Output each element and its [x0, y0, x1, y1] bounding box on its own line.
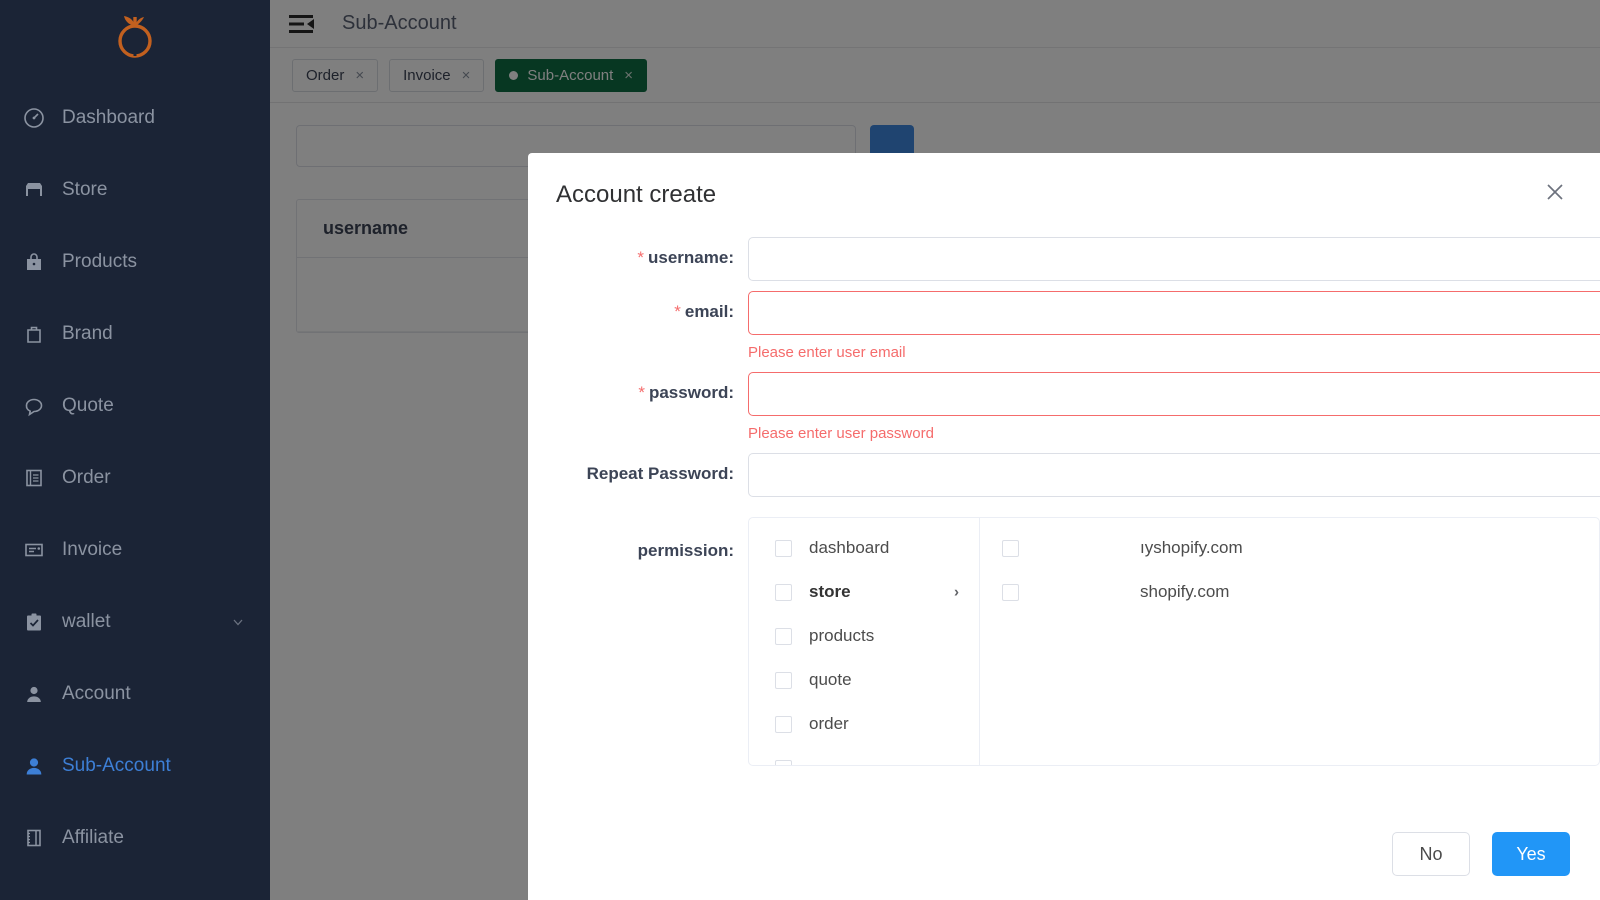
wallet-clipboard-icon	[22, 610, 46, 634]
sidebar-item-label: Products	[62, 251, 137, 272]
sidebar-item-label: Order	[62, 467, 111, 488]
sidebar-item-account[interactable]: Account	[0, 658, 270, 730]
dialog-header: Account create	[528, 153, 1600, 237]
quote-chat-icon	[22, 394, 46, 418]
form-row-password: * password: Please enter user password	[528, 372, 1600, 443]
sub-account-user-icon	[22, 754, 46, 778]
sidebar-item-label: Invoice	[62, 539, 123, 560]
app-root: Dashboard Store Products Brand Quote Ord…	[0, 0, 1600, 900]
sidebar-item-label: Account	[62, 683, 131, 704]
confirm-button[interactable]: Yes	[1492, 832, 1570, 876]
sidebar-item-label: Affiliate	[62, 827, 124, 848]
checkbox-icon[interactable]	[775, 715, 792, 733]
checkbox-icon[interactable]	[1002, 539, 1019, 557]
form-row-username: * username:	[528, 237, 1600, 281]
close-icon[interactable]	[1544, 181, 1566, 203]
required-asterisk: *	[637, 248, 645, 267]
sidebar-item-label: wallet	[62, 611, 111, 632]
sidebar-item-quote[interactable]: Quote	[0, 370, 270, 442]
sidebar-item-store[interactable]: Store	[0, 154, 270, 226]
email-label: * email:	[674, 302, 734, 321]
sidebar-item-label: Quote	[62, 395, 114, 416]
permission-store-item-2[interactable]: shopify.com	[980, 570, 1599, 614]
password-error-message: Please enter user password	[748, 425, 934, 442]
sidebar: Dashboard Store Products Brand Quote Ord…	[0, 0, 270, 900]
form-row-permission: permission: dashboard store › products q…	[528, 517, 1600, 766]
password-label: * password:	[638, 383, 734, 402]
required-asterisk: *	[674, 302, 681, 321]
sidebar-item-order[interactable]: Order	[0, 442, 270, 514]
sidebar-item-products[interactable]: Products	[0, 226, 270, 298]
affiliate-book-icon	[22, 826, 46, 850]
account-create-dialog: Account create * username: * email: Plea…	[528, 153, 1600, 900]
dashboard-icon	[22, 106, 46, 130]
form-row-email: * email: Please enter user email	[528, 291, 1600, 362]
permission-item-label: products	[809, 626, 875, 645]
checkbox-icon[interactable]	[775, 671, 792, 689]
permission-label: permission:	[637, 541, 734, 560]
permission-item-products[interactable]: products	[749, 614, 979, 658]
checkbox-icon[interactable]	[775, 759, 792, 765]
permission-left-list: dashboard store › products quote order	[749, 518, 980, 765]
sidebar-item-sub-account[interactable]: Sub-Account	[0, 730, 270, 802]
form-row-repeat-password: Repeat Password:	[528, 453, 1600, 497]
checkbox-icon[interactable]	[775, 539, 792, 557]
permission-item-label: quote	[809, 670, 852, 689]
checkbox-icon[interactable]	[775, 583, 792, 601]
email-error-message: Please enter user email	[748, 344, 906, 361]
required-asterisk: *	[638, 383, 645, 402]
products-icon	[22, 250, 46, 274]
password-input[interactable]	[748, 372, 1600, 416]
dialog-footer: No Yes	[528, 808, 1600, 900]
sidebar-item-label: Brand	[62, 323, 113, 344]
pomegranate-logo-icon	[118, 16, 152, 58]
chevron-right-icon[interactable]: ›	[954, 584, 959, 601]
permission-item-label: order	[809, 714, 849, 733]
sidebar-item-label: Dashboard	[62, 107, 155, 128]
sidebar-item-label: Store	[62, 179, 108, 200]
permission-item-label: store	[809, 582, 851, 601]
cancel-button[interactable]: No	[1392, 832, 1470, 876]
dialog-title: Account create	[556, 181, 717, 208]
sidebar-item-label: Sub-Account	[62, 755, 171, 776]
sidebar-item-wallet[interactable]: wallet	[0, 586, 270, 658]
checkbox-icon[interactable]	[775, 627, 792, 645]
permission-item-quote[interactable]: quote	[749, 658, 979, 702]
sidebar-item-invoice[interactable]: Invoice	[0, 514, 270, 586]
brand-logo[interactable]	[0, 0, 270, 72]
sidebar-item-dashboard[interactable]: Dashboard	[0, 82, 270, 154]
repeat-password-label: Repeat Password:	[586, 464, 734, 483]
brand-bag-icon	[22, 322, 46, 346]
checkbox-icon[interactable]	[1002, 583, 1019, 601]
username-input[interactable]	[748, 237, 1600, 281]
permission-store-item-1[interactable]: ıyshopify.com	[980, 526, 1599, 570]
permission-item-partial[interactable]	[749, 746, 979, 765]
store-icon	[22, 178, 46, 202]
permission-item-store[interactable]: store ›	[749, 570, 979, 614]
dialog-body: * username: * email: Please enter user ema…	[528, 237, 1600, 766]
sidebar-item-affiliate[interactable]: Affiliate	[0, 802, 270, 874]
sidebar-nav: Dashboard Store Products Brand Quote Ord…	[0, 72, 270, 874]
permission-item-dashboard[interactable]: dashboard	[749, 526, 979, 570]
permission-item-order[interactable]: order	[749, 702, 979, 746]
email-input[interactable]	[748, 291, 1600, 335]
permission-store-label: ıyshopify.com	[1140, 538, 1243, 557]
permission-item-label: dashboard	[809, 538, 890, 557]
permission-right-list: ıyshopify.com shopify.com	[980, 518, 1599, 765]
permission-store-label: shopify.com	[1140, 582, 1230, 601]
order-book-icon	[22, 466, 46, 490]
permission-transfer-panel: dashboard store › products quote order ı…	[748, 517, 1600, 766]
repeat-password-input[interactable]	[748, 453, 1600, 497]
chevron-down-icon[interactable]	[232, 616, 244, 628]
invoice-icon	[22, 538, 46, 562]
sidebar-item-brand[interactable]: Brand	[0, 298, 270, 370]
username-label: * username:	[637, 248, 734, 267]
account-user-icon	[22, 682, 46, 706]
